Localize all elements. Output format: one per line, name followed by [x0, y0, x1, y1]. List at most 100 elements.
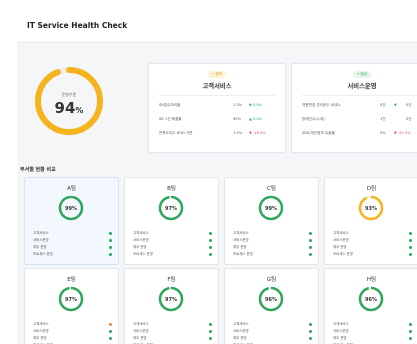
team-metric-label: 재무 운영 [333, 336, 347, 340]
team-metric-label: 고객서비스 [133, 231, 149, 235]
team-metric-row: 고객서비스 [333, 230, 412, 236]
team-card[interactable]: F팀97%고객서비스서비스운영재무 운영프로세스 운영 [124, 268, 219, 344]
team-metric-label: 고객서비스 [133, 322, 149, 326]
team-percent: 97% [165, 206, 177, 212]
team-card[interactable]: D팀 93% 고객서비스서비스운영재무 운영프로세스 운영 [324, 177, 417, 265]
team-card[interactable]: B팀 97% 고객서비스 서비스운영 재무 운영 프로세스 운영 [124, 177, 219, 265]
status-dot-icon [409, 330, 412, 333]
status-dot-icon [209, 239, 212, 242]
team-name: G팀 [266, 277, 277, 283]
team-metric-label: 재무 운영 [133, 245, 147, 249]
team-percent: 97% [165, 297, 177, 303]
team-metric-row: 서비스운영 [33, 237, 112, 243]
team-metric-label: 프로세스 운영 [133, 252, 153, 256]
team-name: F팀 [167, 277, 176, 283]
team-name: C팀 [267, 186, 276, 192]
metric-change: ▼ -41.9% [394, 131, 411, 135]
team-metric-row: 고객서비스 [233, 230, 312, 236]
team-name: D팀 [366, 186, 377, 192]
team-metric-label: 프로세스 운영 [333, 252, 353, 256]
status-dot-icon [309, 232, 312, 235]
team-metric-row: 서비스운영 [133, 237, 212, 243]
metric-label: SR접수처리율 [159, 103, 181, 107]
status-badge: • 정상 [353, 71, 371, 78]
team-metric-row: 재무 운영 [33, 244, 112, 250]
page-title: IT Service Health Check [27, 21, 128, 30]
status-dot-icon [109, 337, 112, 340]
team-metric-row: 재무 운영 [333, 244, 412, 250]
dashboard: IT Service Health Check 운영수준 94% • 경보 고객… [17, 10, 417, 344]
team-metric-row: 재무 운영 [233, 335, 312, 341]
team-metric-row: 프로세스 운영 [33, 251, 112, 257]
status-dot-icon [209, 246, 212, 249]
status-dot-icon [109, 239, 112, 242]
team-metric-row: 고객서비스 [33, 321, 112, 327]
team-metric-row: 고객서비스 [133, 321, 212, 327]
team-metric-row: 서비스운영 [233, 328, 312, 334]
team-metric-row: 프로세스 운영 [233, 251, 312, 257]
status-dot-icon [409, 232, 412, 235]
metric-change: ▲ 5.4% [249, 117, 263, 121]
status-dot-icon [109, 246, 112, 249]
team-metric-label: 고객서비스 [233, 231, 249, 235]
status-dot-icon [409, 337, 412, 340]
card-title: 고객서비스 [202, 83, 232, 90]
card-service-operation[interactable]: • 정상 서비스운영 자원변경 관리준수 (B/D) 0건 ▼ 0건 장애건수(… [291, 63, 417, 153]
team-metric-row: 고객서비스 [33, 230, 112, 236]
team-metric-label: 서비스운영 [33, 238, 49, 242]
team-metric-label: 서비스운영 [233, 238, 249, 242]
team-metric-row: 프로세스 운영 [133, 251, 212, 257]
team-metric-label: 고객서비스 [33, 231, 49, 235]
metric-label: 자원변경 관리준수 (B/D) [302, 103, 340, 107]
team-card[interactable]: H팀96%고객서비스서비스운영재무 운영프로세스 운영 [324, 268, 417, 344]
team-metric-row: 재무 운영 [233, 244, 312, 250]
metric-value: 0건 [380, 103, 386, 107]
section-title: 부서별 현황 비교 [20, 167, 56, 173]
team-metric-row: 서비스운영 [333, 328, 412, 334]
team-name: E팀 [67, 277, 76, 283]
card-customer-service[interactable]: • 경보 고객서비스 SR접수처리율 1.3% ▼ 0.0% SR 1선 해결율… [148, 63, 286, 153]
team-metric-label: 서비스운영 [333, 238, 349, 242]
team-metric-label: 고객서비스 [333, 231, 349, 235]
team-metric-row: 재무 운영 [133, 335, 212, 341]
team-metric-row: 재무 운영 [33, 335, 112, 341]
team-metric-label: 서비스운영 [233, 329, 249, 333]
metric-value: 1.9% [233, 131, 243, 135]
metric-value: 1건 [380, 117, 386, 121]
metric-value: 49% [233, 117, 241, 121]
team-metric-row: 고객서비스 [133, 230, 212, 236]
team-metric-label: 고객서비스 [33, 322, 49, 326]
metric-label: SDS/개인정보 유출율 [302, 131, 335, 135]
metric-change: ▼ [394, 103, 397, 107]
metric-change: ▼ -16.3% [249, 131, 266, 135]
status-dot-icon [209, 253, 212, 256]
team-percent: 93% [365, 206, 377, 212]
team-metric-row: 서비스운영 [333, 237, 412, 243]
team-card[interactable]: E팀97%고객서비스서비스운영재무 운영프로세스 운영 [24, 268, 119, 344]
team-metric-row: 프로세스 운영 [333, 251, 412, 257]
team-percent: 97% [65, 297, 77, 303]
status-dot-icon [109, 253, 112, 256]
team-percent: 96% [365, 297, 377, 303]
team-metric-label: 서비스운영 [133, 329, 149, 333]
team-metric-label: 재무 운영 [133, 336, 147, 340]
team-card[interactable]: C팀 99% 고객서비스 서비스운영 재무 운영 프로세스 운영 [224, 177, 319, 265]
team-metric-row: 서비스운영 [33, 328, 112, 334]
team-metric-label: 고객서비스 [233, 322, 249, 326]
team-metric-row: 재무 운영 [333, 335, 412, 341]
team-metric-label: 재무 운영 [233, 245, 247, 249]
header-bar: IT Service Health Check [17, 10, 417, 43]
team-metric-label: 서비스운영 [33, 329, 49, 333]
status-dot-icon [109, 232, 112, 235]
team-metric-row: 고객서비스 [333, 321, 412, 327]
overall-label: 운영수준 [61, 92, 77, 97]
team-name: A팀 [67, 186, 76, 192]
team-card[interactable]: G팀96%고객서비스서비스운영재무 운영프로세스 운영 [224, 268, 319, 344]
team-percent: 99% [65, 206, 77, 212]
metric-value: 0% [380, 131, 386, 135]
status-dot-icon [109, 330, 112, 333]
team-metric-label: 서비스운영 [133, 238, 149, 242]
status-badge: • 경보 [208, 71, 226, 78]
team-card[interactable]: A팀 99% 고객서비스서비스운영재무 운영 프로세스 운영 [24, 177, 119, 265]
status-dot-icon [309, 323, 312, 326]
